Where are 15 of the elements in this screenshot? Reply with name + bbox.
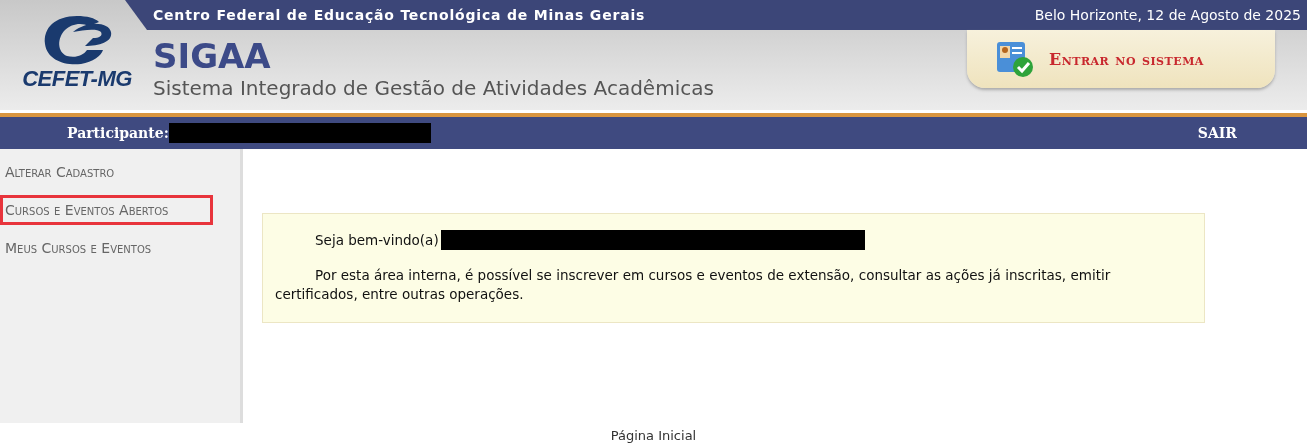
logo-text: CEFET-MG bbox=[22, 66, 132, 92]
system-name: SIGAA bbox=[153, 38, 272, 74]
menu-item[interactable]: Alterar Cadastro bbox=[0, 157, 213, 187]
date-text: Belo Horizonte, 12 de Agosto de 2025 bbox=[1034, 7, 1301, 23]
participant-label: Participante: bbox=[67, 125, 169, 141]
institution-name: Centro Federal de Educação Tecnológica de Minas Gerais bbox=[153, 7, 646, 23]
footer-text: Página Inicial bbox=[609, 428, 698, 443]
greeting-text: Seja bem-vindo(a) bbox=[315, 232, 439, 248]
menu-item[interactable]: Meus Cursos e Eventos bbox=[0, 233, 213, 263]
welcome-message: Por esta área interna, é possível se inscrever em cursos e eventos de extensão, consultar as ações já inscritas, emitir certificados, entre outras operações. bbox=[275, 266, 1112, 304]
id-card-check-icon bbox=[995, 39, 1035, 79]
menu-item[interactable]: Cursos e Eventos Abertos bbox=[0, 195, 213, 225]
login-button[interactable]: Entrar no sistema bbox=[967, 30, 1275, 88]
system-subtitle: Sistema Integrado de Gestão de Atividades Acadêmicas bbox=[153, 76, 714, 100]
logout-link[interactable]: SAIR bbox=[1197, 125, 1237, 141]
